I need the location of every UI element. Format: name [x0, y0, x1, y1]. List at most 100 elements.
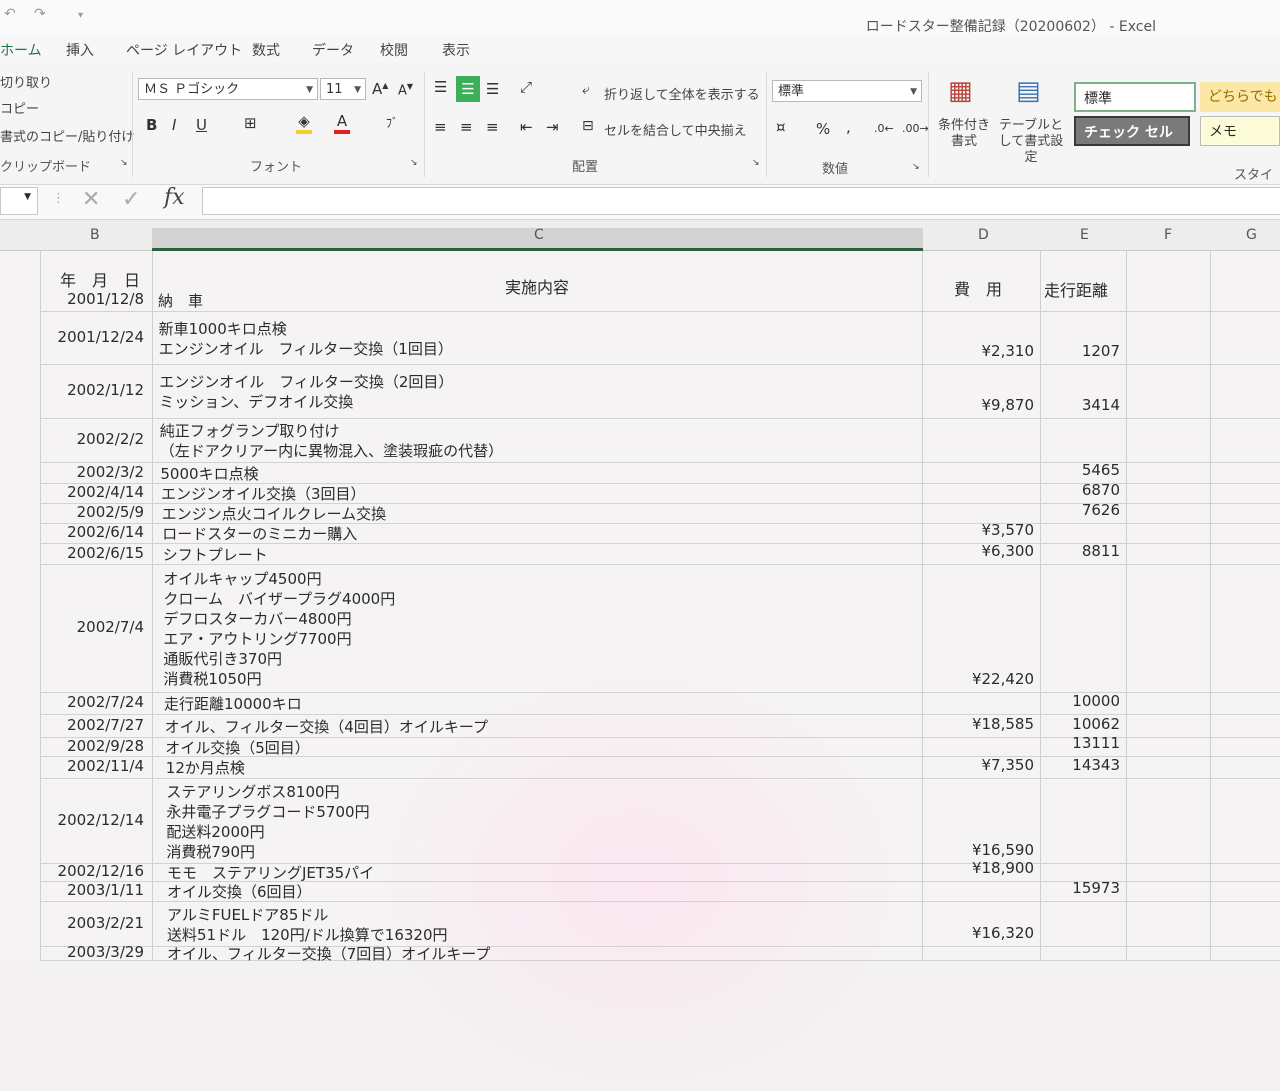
style-neutral[interactable]: どちらでも [1200, 82, 1280, 112]
content-cell[interactable]: 消費税790円 [166, 841, 255, 862]
tab-page-layout[interactable]: ページ レイアウト [126, 40, 242, 60]
orientation-icon[interactable]: ⤢ [520, 78, 532, 96]
content-cell[interactable]: オイル、フィルター交換（4回目）オイルキープ [165, 716, 488, 737]
clipboard-launcher-icon[interactable]: ↘ [120, 158, 128, 168]
cut-button[interactable]: 切り取り [0, 72, 52, 91]
accounting-format-icon[interactable]: ¤ [776, 118, 786, 136]
content-cell[interactable]: エンジンオイル フィルター交換（1回目） [159, 338, 453, 359]
shrink-font-icon[interactable]: A▼ [398, 82, 413, 98]
align-top-icon[interactable]: ☰ [434, 78, 447, 96]
alignment-launcher-icon[interactable]: ↘ [752, 158, 760, 168]
cost-cell[interactable]: ¥16,590 [926, 841, 1034, 859]
cost-cell[interactable]: ¥3,570 [926, 521, 1035, 539]
column-header-e[interactable]: E [1080, 227, 1089, 243]
content-cell[interactable]: デフロスターカバー4800円 [163, 608, 351, 629]
undo-icon[interactable]: ↶ [4, 6, 16, 22]
content-cell[interactable]: 配送料2000円 [166, 821, 264, 842]
content-cell[interactable]: モモ ステアリングJET35パイ [167, 862, 374, 883]
align-middle-icon[interactable]: ☰ [456, 76, 480, 102]
column-header-f[interactable]: F [1164, 227, 1172, 243]
content-cell[interactable]: 永井電子プラグコード5700円 [166, 801, 369, 822]
content-cell[interactable]: シフトプレート [163, 544, 268, 565]
content-cell[interactable]: 12か月点検 [166, 757, 245, 778]
enter-icon[interactable]: ✓ [122, 187, 140, 212]
font-name-combo[interactable]: ＭＳ Ｐゴシック ▼ [138, 78, 318, 100]
date-cell[interactable]: 2002/12/16 [48, 862, 144, 880]
format-as-table-icon[interactable]: ▤ [1016, 76, 1041, 106]
merge-center-button[interactable]: セルを結合して中央揃え [604, 120, 747, 139]
column-header-c[interactable]: C [534, 227, 544, 243]
distance-cell[interactable]: 7626 [1044, 501, 1120, 519]
cost-cell[interactable]: ¥6,300 [926, 542, 1035, 560]
tab-view[interactable]: 表示 [442, 40, 470, 60]
content-cell[interactable]: エンジン点火コイルクレーム交換 [162, 503, 387, 524]
cost-cell[interactable]: ¥18,585 [926, 715, 1034, 733]
date-cell[interactable]: 2002/7/24 [48, 693, 144, 711]
percent-button[interactable]: % [816, 120, 830, 138]
tab-formulas[interactable]: 数式 [252, 40, 280, 60]
distance-cell[interactable]: 3414 [1044, 396, 1120, 414]
font-color-icon[interactable]: A [334, 112, 350, 134]
header-cost[interactable]: 費 用 [954, 276, 1002, 300]
date-cell[interactable]: 2002/7/4 [48, 618, 144, 636]
cost-cell[interactable]: ¥18,900 [926, 859, 1034, 877]
increase-decimal-icon[interactable]: .0← [874, 122, 894, 135]
borders-icon[interactable]: ⊞ [244, 114, 257, 132]
font-size-combo[interactable]: 11 ▼ [320, 78, 366, 100]
content-cell[interactable]: 新車1000キロ点検 [159, 318, 287, 339]
content-cell[interactable]: ステアリングボス8100円 [166, 781, 339, 802]
align-bottom-icon[interactable]: ☰ [486, 80, 499, 98]
content-cell[interactable]: ロードスターのミニカー購入 [162, 523, 357, 544]
content-cell[interactable]: 走行距離10000キロ [164, 693, 302, 714]
content-cell[interactable]: 5000キロ点検 [160, 463, 258, 484]
content-cell[interactable]: （左ドアクリアー内に異物混入、塗装瑕疵の代替） [160, 440, 503, 461]
format-as-table-button[interactable]: テーブルとして書式設定 [994, 118, 1068, 166]
copy-button[interactable]: コピー [0, 98, 39, 117]
tab-review[interactable]: 校閲 [380, 40, 408, 60]
content-cell[interactable]: エンジンオイル交換（3回目） [161, 483, 366, 504]
cost-cell[interactable]: ¥22,420 [926, 670, 1034, 688]
tab-insert[interactable]: 挿入 [66, 40, 94, 60]
style-check-cell[interactable]: チェック セル [1074, 116, 1190, 146]
grow-font-icon[interactable]: A▲ [372, 80, 388, 98]
number-format-combo[interactable]: 標準 ▼ [772, 80, 922, 102]
column-header-d[interactable]: D [978, 227, 989, 243]
date-cell[interactable]: 2002/3/2 [48, 463, 144, 481]
name-box[interactable]: ▼ [0, 187, 38, 215]
content-cell[interactable]: 消費税1050円 [163, 668, 261, 689]
header-content[interactable]: 実施内容 [505, 274, 569, 298]
distance-cell[interactable]: 10062 [1044, 715, 1120, 733]
number-launcher-icon[interactable]: ↘ [912, 162, 920, 172]
distance-cell[interactable]: 13111 [1044, 734, 1120, 752]
fill-color-icon[interactable]: ◈ [296, 112, 312, 134]
cancel-icon[interactable]: ✕ [82, 187, 100, 212]
distance-cell[interactable]: 6870 [1044, 481, 1120, 499]
date-cell[interactable]: 2002/4/14 [48, 483, 144, 501]
date-cell[interactable]: 2002/1/12 [48, 381, 144, 399]
sheet-grid[interactable]: 年 月 日 実施内容 費 用 走行距離 2001/12/8 納 車 2001/12/… [0, 251, 1280, 1091]
comma-button[interactable]: , [846, 118, 851, 136]
style-normal[interactable]: 標準 [1074, 82, 1196, 112]
align-left-icon[interactable]: ≡ [434, 118, 447, 136]
content-cell[interactable]: オイルキャップ4500円 [163, 568, 321, 589]
date-cell[interactable]: 2002/11/4 [48, 757, 144, 775]
date-cell[interactable]: 2002/7/27 [48, 716, 144, 734]
content-cell[interactable]: エンジンオイル フィルター交換（2回目） [159, 371, 453, 392]
date-cell[interactable]: 2003/1/11 [48, 881, 144, 899]
bold-button[interactable]: B [146, 116, 157, 134]
date-cell[interactable]: 2002/6/14 [48, 523, 144, 541]
date-cell[interactable]: 2001/12/24 [48, 328, 144, 346]
conditional-format-icon[interactable]: ▦ [948, 76, 973, 106]
date-cell[interactable]: 2002/12/14 [48, 811, 144, 829]
content-cell[interactable]: アルミFUELドア85ドル [167, 904, 328, 925]
distance-cell[interactable]: 15973 [1044, 879, 1120, 897]
date-cell[interactable]: 2003/2/21 [48, 914, 144, 932]
insert-function-button[interactable]: fx [164, 185, 185, 210]
italic-button[interactable]: I [172, 116, 176, 134]
distance-cell[interactable]: 5465 [1044, 461, 1120, 479]
tab-data[interactable]: データ [312, 40, 354, 60]
distance-cell[interactable]: 10000 [1044, 692, 1120, 710]
content-cell[interactable]: 納 車 [158, 290, 203, 311]
cost-cell[interactable]: ¥16,320 [926, 924, 1034, 942]
tab-home[interactable]: ホーム [0, 40, 42, 60]
